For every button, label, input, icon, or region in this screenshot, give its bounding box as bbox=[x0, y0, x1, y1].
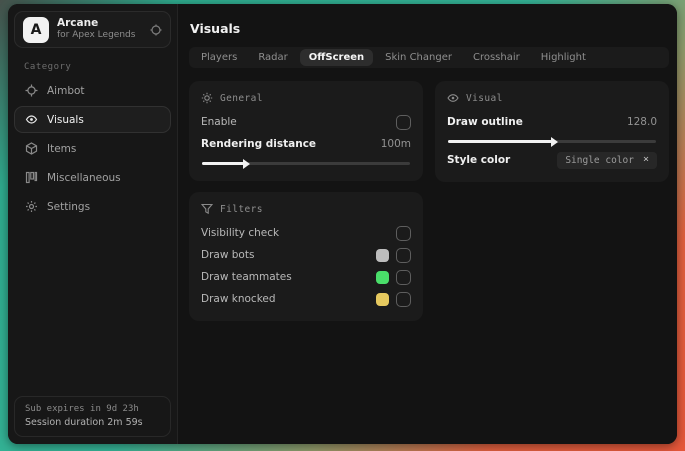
draw-bots-label: Draw bots bbox=[201, 249, 255, 261]
sidebar: A Arcane for Apex Legends Category Aimbo… bbox=[8, 4, 178, 444]
draw-knocked-checkbox[interactable] bbox=[396, 291, 411, 307]
draw-outline-row: Draw outline 128.0 bbox=[447, 111, 657, 133]
clear-icon[interactable]: × bbox=[643, 155, 649, 165]
app-meta: Arcane for Apex Legends bbox=[57, 17, 135, 41]
session-duration-text: Session duration 2m 59s bbox=[25, 417, 143, 428]
draw-bots-color-swatch[interactable] bbox=[376, 248, 389, 262]
filters-panel-title: Filters bbox=[220, 203, 263, 215]
subscription-status-box: Sub expires in 9d 23h Session duration 2… bbox=[14, 396, 171, 437]
eye-icon bbox=[447, 92, 459, 104]
general-panel: General Enable Rendering distance 100m bbox=[189, 81, 423, 181]
sun-icon bbox=[201, 92, 213, 104]
visual-panel-header: Visual bbox=[447, 92, 657, 104]
style-color-row: Style color Single color × bbox=[447, 149, 657, 171]
style-color-label: Style color bbox=[447, 154, 511, 166]
tab-offscreen[interactable]: OffScreen bbox=[299, 49, 374, 66]
filters-panel: Filters Visibility check Draw bots Draw … bbox=[189, 192, 423, 321]
tab-crosshair[interactable]: Crosshair bbox=[464, 49, 529, 66]
tab-highlight[interactable]: Highlight bbox=[532, 49, 595, 66]
eye-scan-icon bbox=[25, 113, 38, 126]
sidebar-item-aimbot[interactable]: Aimbot bbox=[14, 77, 171, 104]
right-column: Visual Draw outline 128.0 Style color Si… bbox=[435, 81, 669, 182]
category-label: Category bbox=[24, 62, 72, 72]
gear-icon bbox=[25, 200, 38, 213]
style-color-select[interactable]: Single color × bbox=[557, 151, 657, 169]
draw-teammates-color-swatch[interactable] bbox=[376, 270, 389, 284]
sidebar-item-miscellaneous[interactable]: Miscellaneous bbox=[14, 164, 171, 191]
page-title: Visuals bbox=[190, 21, 241, 36]
draw-knocked-row: Draw knocked bbox=[201, 288, 411, 310]
slider-fill bbox=[202, 158, 250, 169]
visual-panel-title: Visual bbox=[466, 92, 503, 104]
sidebar-nav: Aimbot Visuals Items Miscellaneous Setti… bbox=[8, 77, 177, 220]
crosshair-icon[interactable] bbox=[150, 24, 162, 36]
app-logo: A bbox=[23, 16, 49, 43]
draw-outline-value: 128.0 bbox=[626, 116, 657, 128]
draw-bots-row: Draw bots bbox=[201, 244, 411, 266]
app-name: Arcane bbox=[57, 17, 99, 30]
rendering-distance-label: Rendering distance bbox=[201, 138, 317, 150]
draw-teammates-row: Draw teammates bbox=[201, 266, 411, 288]
general-panel-title: General bbox=[220, 92, 263, 104]
enable-checkbox[interactable] bbox=[396, 114, 411, 130]
funnel-icon bbox=[201, 203, 213, 215]
app-window: A Arcane for Apex Legends Category Aimbo… bbox=[8, 4, 677, 444]
draw-knocked-color-swatch[interactable] bbox=[376, 292, 389, 306]
tab-players[interactable]: Players bbox=[192, 49, 246, 66]
rendering-distance-row: Rendering distance 100m bbox=[201, 133, 411, 155]
box-icon bbox=[25, 142, 38, 155]
draw-outline-slider[interactable] bbox=[448, 136, 656, 147]
sidebar-item-settings[interactable]: Settings bbox=[14, 193, 171, 220]
enable-row: Enable bbox=[201, 111, 411, 133]
sidebar-item-label: Items bbox=[47, 142, 77, 155]
rendering-distance-slider[interactable] bbox=[202, 158, 410, 169]
slider-fill bbox=[448, 136, 558, 147]
sidebar-item-label: Visuals bbox=[47, 113, 84, 126]
panels-area: General Enable Rendering distance 100m F… bbox=[189, 81, 669, 321]
draw-bots-controls bbox=[376, 247, 411, 263]
enable-label: Enable bbox=[201, 116, 237, 128]
desktop-background: A Arcane for Apex Legends Category Aimbo… bbox=[0, 0, 685, 451]
left-column: General Enable Rendering distance 100m F… bbox=[189, 81, 423, 321]
tab-skin-changer[interactable]: Skin Changer bbox=[376, 49, 461, 66]
app-header: A Arcane for Apex Legends bbox=[14, 11, 171, 48]
draw-knocked-controls bbox=[376, 291, 411, 307]
columns-grid-icon bbox=[25, 171, 38, 184]
aimbot-crosshair-icon bbox=[25, 84, 38, 97]
visibility-check-checkbox[interactable] bbox=[396, 225, 411, 241]
tab-radar[interactable]: Radar bbox=[249, 49, 296, 66]
general-panel-header: General bbox=[201, 92, 411, 104]
sidebar-item-label: Settings bbox=[47, 200, 91, 213]
draw-bots-checkbox[interactable] bbox=[396, 247, 411, 263]
visual-panel: Visual Draw outline 128.0 Style color Si… bbox=[435, 81, 669, 182]
visibility-check-row: Visibility check bbox=[201, 222, 411, 244]
draw-knocked-label: Draw knocked bbox=[201, 293, 276, 305]
main-content: Visuals Players Radar OffScreen Skin Cha… bbox=[178, 4, 677, 444]
style-color-value: Single color bbox=[565, 154, 634, 166]
draw-teammates-controls bbox=[376, 269, 411, 285]
sidebar-item-items[interactable]: Items bbox=[14, 135, 171, 162]
filters-panel-header: Filters bbox=[201, 203, 411, 215]
tab-bar: Players Radar OffScreen Skin Changer Cro… bbox=[189, 47, 669, 68]
visibility-check-label: Visibility check bbox=[201, 227, 280, 239]
draw-outline-label: Draw outline bbox=[447, 116, 523, 128]
sidebar-item-visuals[interactable]: Visuals bbox=[14, 106, 171, 133]
app-subtitle: for Apex Legends bbox=[57, 30, 136, 41]
sidebar-item-label: Miscellaneous bbox=[47, 171, 121, 184]
draw-teammates-checkbox[interactable] bbox=[396, 269, 411, 285]
sidebar-item-label: Aimbot bbox=[47, 84, 85, 97]
draw-teammates-label: Draw teammates bbox=[201, 271, 292, 283]
sub-expires-text: Sub expires in 9d 23h bbox=[25, 404, 139, 414]
rendering-distance-value: 100m bbox=[380, 138, 411, 150]
